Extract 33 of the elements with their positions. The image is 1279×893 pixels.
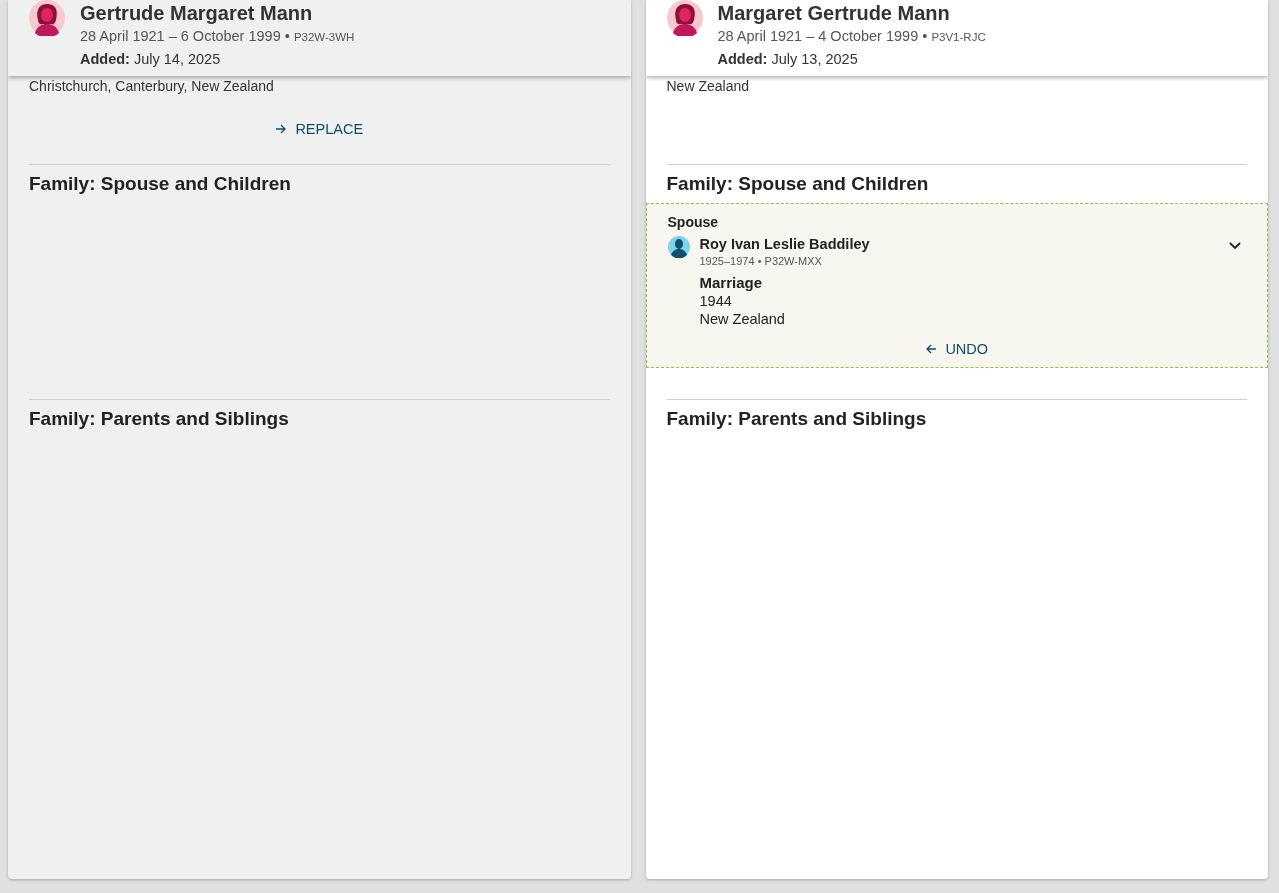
person-id: P3V1-RJC bbox=[931, 31, 986, 43]
arrow-left-icon bbox=[925, 343, 938, 355]
spouse-dates: 1925–1974 bbox=[699, 255, 755, 267]
residence-place: Christchurch, Canterbury, New Zealand bbox=[28, 77, 275, 94]
section-heading: Family: Spouse and Children bbox=[666, 173, 930, 195]
person-name: Gertrude Margaret Mann bbox=[80, 1, 314, 25]
person-name: Margaret Gertrude Mann bbox=[717, 1, 951, 25]
event-place: New Zealand bbox=[699, 311, 786, 327]
male-avatar-icon bbox=[667, 236, 690, 258]
bullet-separator: • bbox=[757, 255, 762, 267]
added-date: July 13, 2025 bbox=[771, 51, 858, 67]
spouse-id: P32W-MXX bbox=[764, 255, 822, 267]
person-id: P32W-3WH bbox=[293, 31, 355, 43]
section-heading: Family: Spouse and Children bbox=[29, 173, 292, 195]
undo-button[interactable]: UNDO bbox=[919, 337, 995, 361]
spouse-name[interactable]: Roy Ivan Leslie Baddiley bbox=[699, 236, 1218, 252]
added-label: Added: bbox=[80, 51, 130, 67]
residence-place: New Zealand bbox=[665, 77, 750, 94]
female-avatar-icon bbox=[666, 0, 703, 36]
bullet-separator: • bbox=[284, 28, 290, 44]
life-dates: 28 April 1921 – 4 October 1999 bbox=[717, 28, 919, 44]
event-title: Marriage bbox=[699, 274, 764, 291]
added-date: July 14, 2025 bbox=[133, 51, 221, 67]
section-heading: Family: Parents and Siblings bbox=[666, 408, 928, 430]
spouse-label: Spouse bbox=[667, 214, 720, 230]
added-label: Added: bbox=[717, 51, 768, 67]
section-heading: Family: Parents and Siblings bbox=[29, 408, 290, 430]
life-dates: 28 April 1921 – 6 October 1999 bbox=[80, 28, 281, 44]
arrow-right-icon bbox=[275, 123, 288, 135]
replace-button[interactable]: REPLACE bbox=[269, 117, 370, 141]
bullet-separator: • bbox=[922, 28, 928, 44]
event-date: 1944 bbox=[699, 293, 733, 309]
female-avatar-icon bbox=[29, 0, 65, 36]
